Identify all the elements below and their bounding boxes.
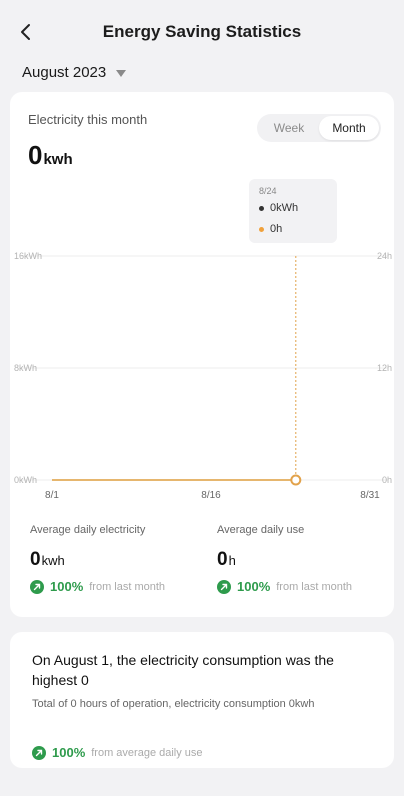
change-percent: 100% [50, 579, 84, 594]
stat-change: 100% from last month [217, 579, 352, 594]
header: Energy Saving Statistics [0, 0, 404, 62]
tab-week[interactable]: Week [259, 116, 319, 140]
avg-daily-use: Average daily use 0 h 100% from last mon… [217, 524, 352, 594]
stat-change: 100% from last month [30, 579, 165, 594]
caret-down-icon [116, 70, 127, 77]
y-left-tick-label: 0kWh [14, 475, 37, 485]
summary-subtitle: Total of 0 hours of operation, electrici… [32, 698, 315, 710]
x-tick-label: 8/31 [360, 490, 380, 501]
x-tick-label: 8/16 [201, 490, 221, 501]
change-percent: 100% [52, 745, 86, 760]
electricity-value: 0 kwh [28, 140, 73, 171]
change-text: from average daily use [91, 746, 203, 759]
hours-dot-icon [259, 226, 264, 232]
tooltip-electricity: 0kWh [259, 202, 298, 214]
month-label: August 2023 [22, 64, 107, 81]
summary-change: 100% from average daily use [32, 745, 203, 760]
stat-value: 0 kwh [30, 549, 165, 571]
y-right-tick-label: 0h [382, 475, 392, 485]
chart-tooltip: 8/24 0kWh 0h [249, 179, 337, 243]
electricity-label: Electricity this month [28, 112, 148, 127]
selected-point [290, 474, 302, 486]
trend-up-icon [32, 745, 46, 760]
change-text: from last month [276, 580, 353, 593]
tooltip-hours-value: 0h [270, 223, 283, 235]
stat-unit: h [228, 553, 236, 568]
electricity-dot-icon [259, 205, 264, 211]
y-left-tick-label: 16kWh [14, 251, 42, 261]
stat-label: Average daily use [217, 524, 305, 536]
trend-up-icon [30, 579, 44, 594]
summary-title: On August 1, the electricity consumption… [32, 652, 334, 688]
tooltip-electricity-value: 0kWh [270, 202, 299, 214]
page-title: Energy Saving Statistics [102, 22, 302, 41]
summary-card: On August 1, the electricity consumption… [10, 632, 394, 768]
period-toggle: Week Month [257, 114, 381, 142]
tab-month[interactable]: Month [319, 116, 379, 140]
stat-label: Average daily electricity [30, 524, 146, 536]
stat-value: 0 h [217, 549, 352, 571]
y-left-tick-label: 8kWh [14, 363, 37, 373]
x-tick-label: 8/1 [45, 490, 59, 501]
stat-number: 0 [217, 549, 228, 570]
trend-up-icon [217, 579, 231, 594]
month-selector[interactable]: August 2023 [22, 64, 127, 81]
change-text: from last month [89, 580, 166, 593]
avg-daily-electricity: Average daily electricity 0 kwh 100% fro… [30, 524, 165, 594]
y-right-tick-label: 12h [377, 363, 392, 373]
electricity-chart[interactable]: 0kWh 0h 8kWh 12h 16kWh 24h 8/1 8/16 8/31 [0, 172, 404, 512]
electricity-unit: kwh [43, 151, 73, 168]
y-right-tick-label: 24h [377, 251, 392, 261]
tooltip-date: 8/24 [259, 186, 277, 196]
change-percent: 100% [237, 579, 271, 594]
electricity-card: Electricity this month 0 kwh Week Month … [10, 92, 394, 617]
electricity-number: 0 [28, 140, 43, 170]
tooltip-hours: 0h [259, 223, 282, 235]
stat-unit: kwh [41, 553, 65, 568]
stat-number: 0 [30, 549, 41, 570]
